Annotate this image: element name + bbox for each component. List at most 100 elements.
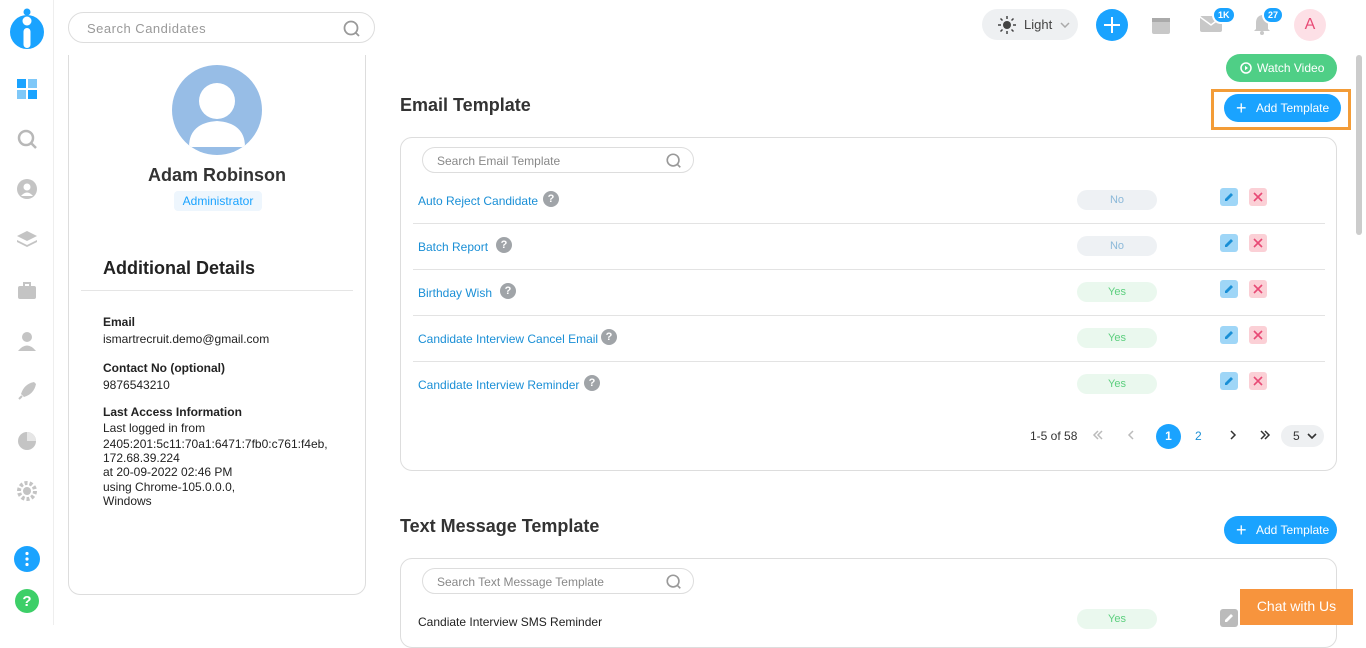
search-email-template-input[interactable]: Search Email Template <box>422 147 694 173</box>
last-access-line-1: Last logged in from <box>103 421 206 435</box>
table-row: Birthday Wish ? Yes <box>413 270 1325 316</box>
additional-details-heading: Additional Details <box>103 258 256 278</box>
edit-icon[interactable] <box>1220 326 1238 344</box>
search-sms-template-input[interactable]: Search Text Message Template <box>422 568 694 594</box>
table-row: Candiate Interview SMS Reminder Yes <box>413 599 1325 645</box>
page-scrollbar[interactable] <box>1356 55 1362 235</box>
theme-label: Light <box>1024 17 1053 32</box>
candidates-icon[interactable] <box>16 178 38 200</box>
edit-icon[interactable] <box>1220 280 1238 298</box>
edit-icon[interactable] <box>1220 188 1238 206</box>
prev-page-icon[interactable] <box>1125 429 1137 441</box>
table-row: Candidate Interview Reminder ? Yes <box>413 362 1325 408</box>
text-message-template-title: Text Message Template <box>400 516 600 536</box>
svg-text:?: ? <box>22 593 31 610</box>
status-badge: Yes <box>1077 328 1157 348</box>
template-name-link[interactable]: Birthday Wish <box>418 286 492 300</box>
last-access-label: Last Access Information <box>103 405 242 419</box>
add-template-label: Add Template <box>1256 101 1330 115</box>
table-row: Candidate Interview Cancel Email ? Yes <box>413 316 1325 362</box>
add-template-label: Add Template <box>1256 523 1330 537</box>
last-page-icon[interactable] <box>1259 429 1271 441</box>
profile-card: Adam Robinson Administrator Additional D… <box>68 55 366 595</box>
watch-video-button[interactable]: Watch Video <box>1226 54 1337 82</box>
profile-avatar <box>172 65 262 155</box>
sms-template-panel: Search Text Message Template Candiate In… <box>400 558 1337 648</box>
profile-name: Adam Robinson <box>148 165 286 185</box>
delete-icon[interactable] <box>1249 326 1267 344</box>
search-candidates-input[interactable]: Search Candidates <box>68 12 375 43</box>
search-email-template-placeholder: Search Email Template <box>437 154 561 168</box>
calendar-icon[interactable] <box>1151 15 1171 35</box>
play-circle-icon <box>1240 62 1252 74</box>
delete-icon[interactable] <box>1249 188 1267 206</box>
status-badge: No <box>1077 236 1157 256</box>
plus-icon <box>1104 17 1120 33</box>
email-template-panel: Search Email Template Auto Reject Candid… <box>400 137 1337 471</box>
add-sms-template-button[interactable]: + Add Template <box>1224 516 1337 544</box>
next-page-icon[interactable] <box>1227 429 1239 441</box>
more-options-icon[interactable] <box>14 546 40 572</box>
page-2-button[interactable]: 2 <box>1195 429 1202 443</box>
chat-with-us-button[interactable]: Chat with Us <box>1240 589 1353 625</box>
settings-gear-icon[interactable] <box>16 480 38 502</box>
pagination-range: 1-5 of 58 <box>1030 429 1078 443</box>
search-icon[interactable] <box>342 19 362 39</box>
last-access-line-4: at 20-09-2022 02:46 PM <box>103 465 233 479</box>
user-silhouette-icon <box>189 83 245 147</box>
help-question-icon[interactable]: ? <box>500 283 516 299</box>
edit-icon[interactable] <box>1220 609 1238 627</box>
delete-icon[interactable] <box>1249 234 1267 252</box>
sun-icon <box>998 16 1016 34</box>
watch-video-label: Watch Video <box>1257 61 1325 75</box>
reports-pie-icon[interactable] <box>16 430 38 452</box>
help-question-icon[interactable]: ? <box>543 191 559 207</box>
first-page-icon[interactable] <box>1092 429 1104 441</box>
mail-badge: 1K <box>1212 6 1236 24</box>
layers-icon[interactable] <box>16 228 38 250</box>
edit-icon[interactable] <box>1220 234 1238 252</box>
interviewer-icon[interactable] <box>16 330 38 352</box>
status-badge: Yes <box>1077 374 1157 394</box>
delete-icon[interactable] <box>1249 372 1267 390</box>
dashboard-icon[interactable] <box>16 78 38 100</box>
sidebar: ? <box>0 0 54 625</box>
search-icon[interactable] <box>665 573 683 591</box>
user-avatar[interactable]: A <box>1294 9 1326 41</box>
email-value: ismartrecruit.demo@gmail.com <box>103 332 270 346</box>
template-name-link[interactable]: Batch Report <box>418 240 488 254</box>
add-email-template-button[interactable]: + Add Template <box>1224 94 1341 122</box>
jobs-briefcase-icon[interactable] <box>16 280 38 302</box>
help-question-icon[interactable]: ? <box>496 237 512 253</box>
notifications-button[interactable]: 27 <box>1251 6 1291 40</box>
edit-icon[interactable] <box>1220 372 1238 390</box>
help-question-icon[interactable]: ? <box>601 329 617 345</box>
contact-label: Contact No (optional) <box>103 361 225 375</box>
theme-toggle[interactable]: Light <box>982 9 1078 40</box>
email-label: Email <box>103 315 136 329</box>
last-access-line-2: 2405:201:5c11:70a1:6471:7fb0:c761:f4eb, <box>103 437 328 451</box>
status-badge: Yes <box>1077 282 1157 302</box>
per-page-select[interactable]: 5 <box>1281 425 1324 447</box>
per-page-value: 5 <box>1293 429 1300 443</box>
app-logo[interactable] <box>9 8 45 50</box>
mail-button[interactable]: 1K <box>1200 6 1240 40</box>
search-icon[interactable] <box>16 128 38 150</box>
table-row: Auto Reject Candidate ? No <box>413 178 1325 224</box>
notifications-badge: 27 <box>1262 6 1285 24</box>
email-template-title: Email Template <box>400 95 531 115</box>
delete-icon[interactable] <box>1249 280 1267 298</box>
status-badge: Yes <box>1077 609 1157 629</box>
help-question-icon[interactable]: ? <box>584 375 600 391</box>
template-name-link[interactable]: Candidate Interview Reminder <box>418 378 579 392</box>
table-row: Batch Report ? No <box>413 224 1325 270</box>
help-icon[interactable]: ? <box>15 589 39 613</box>
template-name-link[interactable]: Candidate Interview Cancel Email <box>418 332 598 346</box>
quick-add-button[interactable] <box>1096 9 1128 41</box>
page-1-button[interactable]: 1 <box>1156 424 1181 449</box>
last-access-line-6: Windows <box>103 494 152 508</box>
template-name-link[interactable]: Auto Reject Candidate <box>418 194 538 208</box>
search-icon[interactable] <box>665 152 683 170</box>
rocket-icon[interactable] <box>16 380 38 402</box>
plus-icon: + <box>1236 98 1247 118</box>
